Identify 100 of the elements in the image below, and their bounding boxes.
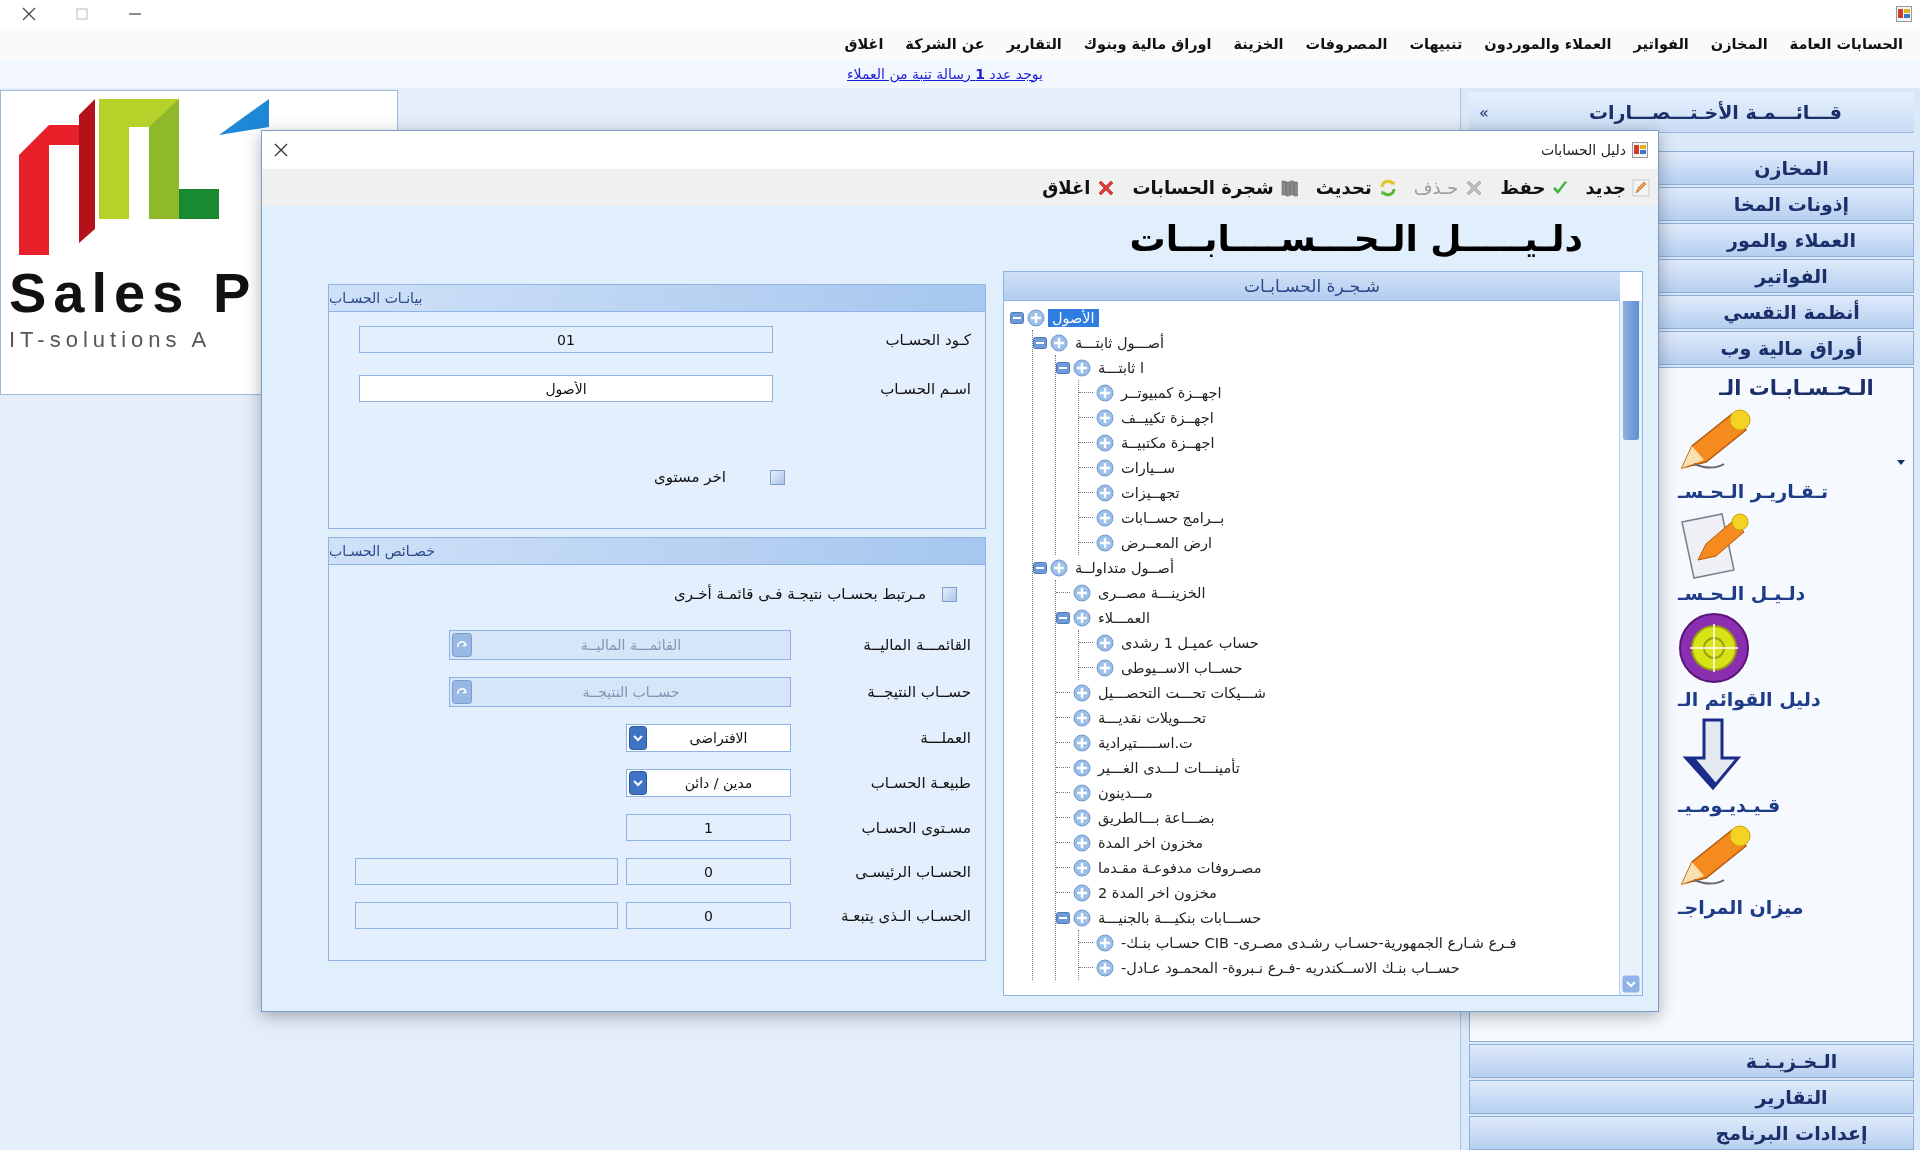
tree-node[interactable]: مخزون اخر المدة 2 <box>1094 883 1221 902</box>
node-icon <box>1096 458 1114 477</box>
collapse-icon[interactable] <box>1056 911 1070 924</box>
tree-node[interactable]: أصـــول ثابتـــة <box>1071 333 1169 352</box>
group-title: الـحـسـابـات الـ <box>1719 376 1874 400</box>
dropdown-field[interactable]: الافتراضى <box>626 724 791 752</box>
tree-node[interactable]: حســاب الاســيوطى <box>1117 658 1247 677</box>
shortcut-link[interactable]: ميزان المراجـ <box>1678 896 1804 918</box>
checkbox[interactable] <box>770 469 785 485</box>
text-field[interactable]: الأصول <box>359 375 773 402</box>
tree-node[interactable]: فـرع شـارع الجمهورية-حسـاب رشـدى مصـرى- CIB حسـاب بنـك- <box>1117 933 1521 952</box>
menu-item[interactable]: الخزينة <box>1222 36 1295 52</box>
collapse-icon[interactable] <box>1010 311 1024 324</box>
shortcut-link[interactable]: دليل القوائم الـ <box>1678 688 1821 710</box>
node-icon <box>1073 683 1091 702</box>
checkbox-label: مـرتبط بحسـاب نتيجـة فـى قائمـة أخـرى <box>672 585 927 603</box>
tree-node[interactable]: شـــيكات تحـــت التحصـــيل <box>1094 683 1270 702</box>
menu-item[interactable]: الفواتير <box>1622 36 1700 52</box>
tree-node[interactable]: مـــدينون <box>1094 783 1157 802</box>
tree-node[interactable]: تحـــويلات نقديـــة <box>1094 708 1211 727</box>
tree-node[interactable]: بــرامج حســابات <box>1117 508 1229 527</box>
node-icon <box>1073 908 1091 927</box>
tree-node[interactable]: اجهــزة كمبيوتــر <box>1117 383 1226 402</box>
tree-node[interactable]: الأصول <box>1048 308 1099 327</box>
menu-item[interactable]: تنبيهات <box>1398 36 1474 52</box>
menu-item[interactable]: اوراق مالية وبنوك <box>1072 36 1223 52</box>
node-icon <box>1027 308 1045 327</box>
node-icon <box>1096 383 1114 402</box>
caret-icon[interactable] <box>1897 460 1905 466</box>
menu-item[interactable]: اغلاق <box>833 36 895 52</box>
collapse-icon[interactable] <box>1033 336 1047 349</box>
shortcut-link[interactable]: تـقـاريـر الـحـسـ <box>1678 480 1829 502</box>
tree-node[interactable]: تجهــيزات <box>1117 483 1184 502</box>
shortcut-group-button[interactable]: الـخـزيـنـة <box>1469 1044 1914 1078</box>
node-icon <box>1050 558 1068 577</box>
code-field[interactable]: 0 <box>626 858 791 885</box>
node-icon <box>1073 708 1091 727</box>
shortcut-group-button[interactable]: إعدادات البرنامج <box>1469 1116 1914 1150</box>
node-icon <box>1096 933 1114 952</box>
tree-node[interactable]: حســاب بنـك الاســكندريه -فـرع نـبروة- المحمـود عـادل- <box>1117 958 1464 977</box>
app-icon <box>1896 6 1912 22</box>
code-field[interactable]: 0 <box>626 902 791 929</box>
tree-node[interactable]: ســيارات <box>1117 458 1180 477</box>
toolbar-button[interactable]: اغلاق <box>1038 177 1121 198</box>
collapse-button[interactable]: » <box>1479 102 1489 122</box>
shortcut-group-button[interactable]: التقارير <box>1469 1080 1914 1114</box>
tree-node[interactable]: ارض المعــرض <box>1117 533 1217 552</box>
close-icon[interactable] <box>274 143 288 157</box>
checkbox[interactable] <box>942 586 957 602</box>
field-label: اسـم الحسـاب <box>879 379 972 398</box>
field-label: الحسـاب الـذى يتبعـة <box>839 906 972 925</box>
node-icon <box>1073 833 1091 852</box>
field-label: الحسـاب الرئيسـى <box>854 862 972 881</box>
menu-item[interactable]: المصروفات <box>1294 36 1399 52</box>
dropdown-field[interactable]: مدين / دائن <box>626 769 791 797</box>
menu-item[interactable]: التقارير <box>995 36 1073 52</box>
node-icon <box>1073 733 1091 752</box>
tree-node[interactable]: مصـروفات مدفوعـة مقـدما <box>1094 858 1266 877</box>
tree-node[interactable]: اجهــزة تكييــف <box>1117 408 1218 427</box>
text-field[interactable]: 01 <box>359 326 773 353</box>
tree-node[interactable]: أصــول متداولــة <box>1071 558 1178 577</box>
node-icon <box>1050 333 1068 352</box>
node-icon <box>1073 808 1091 827</box>
tree-node[interactable]: الخزينـــة مصــرى <box>1094 583 1210 602</box>
tree-node[interactable]: مخزون اخر المدة <box>1094 833 1208 852</box>
scroll-thumb[interactable] <box>1623 301 1639 440</box>
node-icon <box>1096 483 1114 502</box>
tree-node[interactable]: ت.اســـــتيرادية <box>1094 733 1197 752</box>
text-field[interactable]: 1 <box>626 814 791 841</box>
lookup-button-icon[interactable] <box>452 633 472 657</box>
node-icon <box>1073 858 1091 877</box>
shortcut-link[interactable]: قـيـديـومـيـ <box>1678 794 1781 816</box>
menu-item[interactable]: عن الشركة <box>894 36 996 52</box>
tree-node[interactable]: العمـــلاء <box>1094 608 1155 627</box>
lookup-button-icon[interactable] <box>452 680 472 704</box>
menu-item[interactable]: المخازن <box>1699 36 1779 52</box>
field-label: كـود الحسـاب <box>884 330 972 349</box>
tree-node[interactable]: تأمينـــات لـــدى الغـــير <box>1094 758 1244 777</box>
shortcut-link[interactable]: دلـيـل الـحـسـ <box>1678 582 1806 604</box>
toolbar-button[interactable]: تحديث <box>1311 177 1402 198</box>
menu-item[interactable]: العملاء والموردون <box>1473 36 1623 52</box>
node-icon <box>1096 658 1114 677</box>
app-icon <box>1632 142 1648 158</box>
tree-node[interactable]: اجهــزة مكتبيــة <box>1117 433 1219 452</box>
panel-title: بيانـات الحسـاب <box>329 285 985 312</box>
menu-item[interactable]: الحسابات العامة <box>1778 36 1914 52</box>
field-label: مسـتوى الحسـاب <box>860 818 972 837</box>
name-field[interactable] <box>355 858 618 885</box>
field-label: طبيعـة الحسـاب <box>869 774 972 792</box>
scrollbar[interactable] <box>1619 301 1642 995</box>
name-field[interactable] <box>355 902 618 929</box>
close-icon[interactable] <box>22 7 36 21</box>
tree-node[interactable]: حساب عميـل 1 رشدى <box>1117 633 1263 652</box>
tree-node[interactable]: حســـابات بنكيـــة بالجنيـــة <box>1094 908 1266 927</box>
collapse-icon[interactable] <box>1056 361 1070 374</box>
toolbar-button[interactable]: شجرة الحسابات <box>1128 177 1304 198</box>
tree-node[interactable]: بضـــاعة بـــالطريق <box>1094 808 1219 827</box>
tree-node[interactable]: ا ثابتـــة <box>1094 358 1149 377</box>
collapse-icon[interactable] <box>1056 611 1070 624</box>
collapse-icon[interactable] <box>1033 561 1047 574</box>
